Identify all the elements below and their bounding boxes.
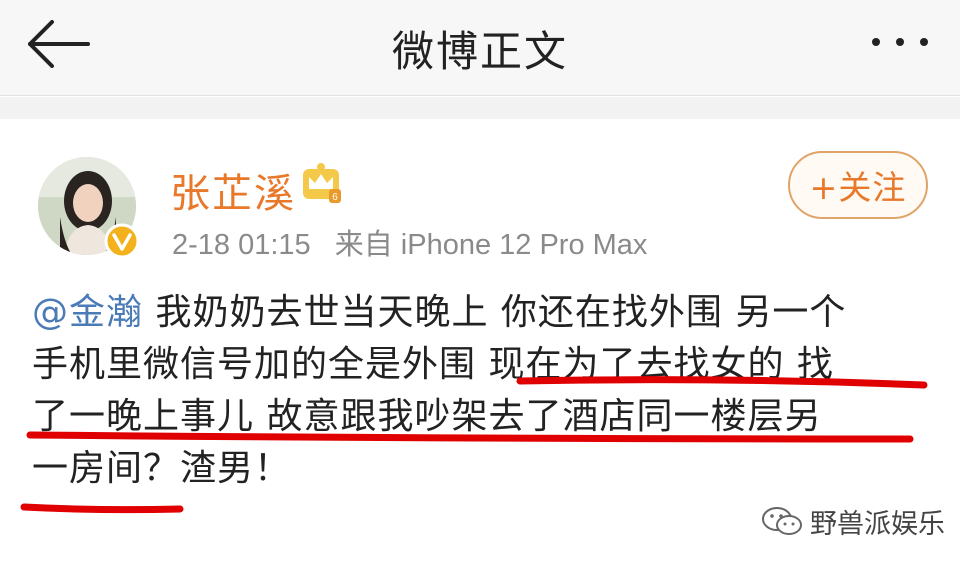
author-name[interactable]: 张芷溪 — [170, 161, 296, 219]
post-line: 了一晚上事儿 故意跟我吵架去了酒店同一楼层另 — [32, 396, 822, 437]
post-card: 张芷溪 6 2-18 01:15 来自 iPhone 12 Pro Max +关… — [0, 119, 960, 561]
post-meta: 2-18 01:15 来自 iPhone 12 Pro Max — [172, 221, 647, 263]
watermark-text: 野兽派娱乐 — [810, 508, 945, 540]
section-divider — [0, 97, 960, 119]
watermark: 野兽派娱乐 — [760, 501, 945, 541]
crown-badge-icon: 6 — [303, 163, 341, 203]
post-timestamp: 2-18 01:15 — [172, 229, 311, 261]
more-dots-icon[interactable] — [868, 30, 932, 54]
post-body: @金瀚 我奶奶去世当天晚上 你还在找外围 另一个 手机里微信号加的全是外围 现在… — [32, 287, 932, 495]
post-source: 来自 iPhone 12 Pro Max — [334, 229, 648, 261]
page-title: 微博正文 — [391, 27, 568, 76]
top-bar: 微博正文 — [0, 0, 960, 96]
post-line: 手机里微信号加的全是外围 现在为了去找女的 找 — [32, 344, 834, 385]
wechat-icon — [762, 507, 802, 535]
follow-button[interactable]: +关注 — [788, 151, 928, 219]
verified-badge-icon — [104, 223, 140, 259]
post-line: @金瀚 我奶奶去世当天晚上 你还在找外围 另一个 — [32, 292, 847, 333]
post-line: 一房间？渣男！ — [32, 448, 292, 489]
mention-link[interactable]: @金瀚 — [32, 292, 143, 333]
svg-text:6: 6 — [332, 192, 338, 203]
underline-stroke — [20, 503, 184, 514]
